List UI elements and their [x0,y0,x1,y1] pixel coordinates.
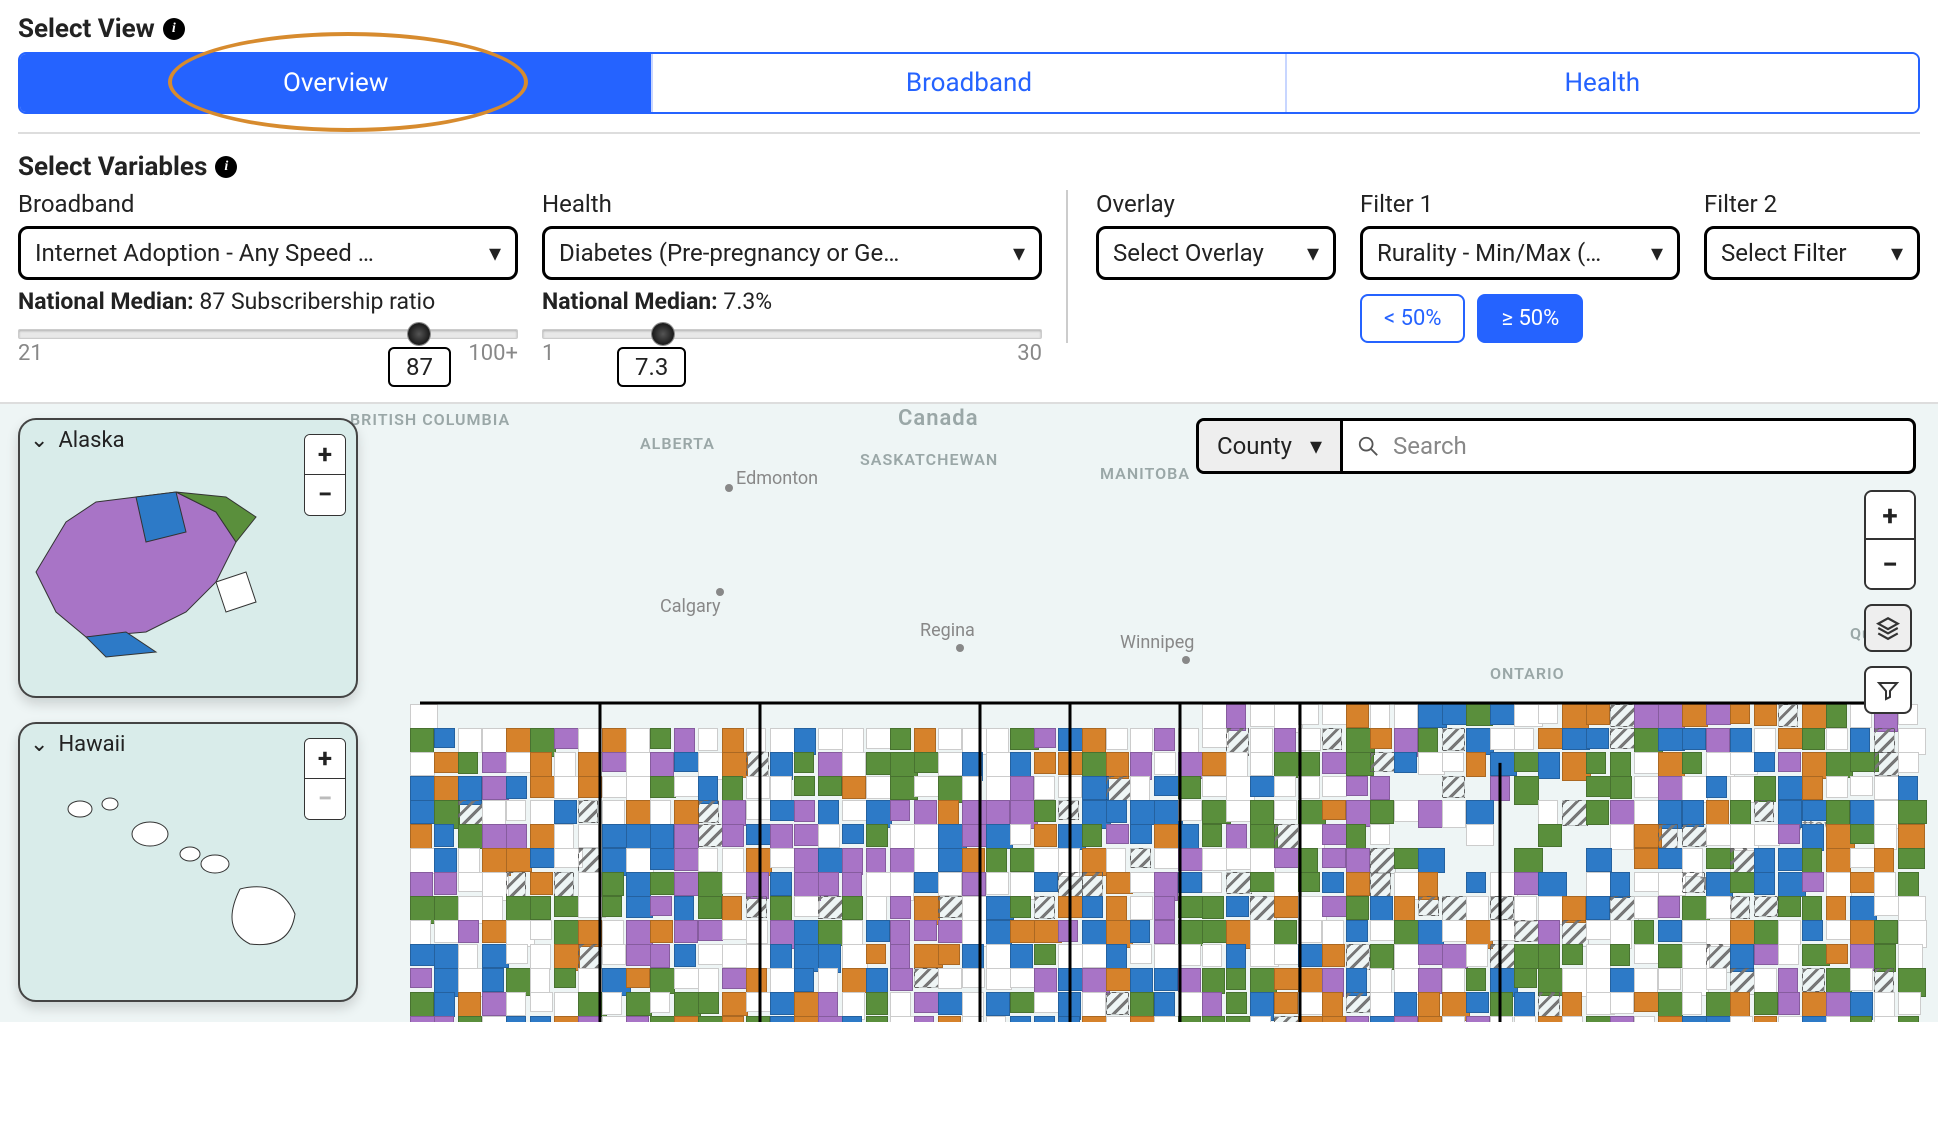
info-icon[interactable]: i [163,18,185,40]
filter2-label: Filter 2 [1704,190,1920,218]
chevron-down-icon[interactable]: ⌄ [30,732,48,757]
caret-icon: ▾ [1310,432,1322,460]
inset-alaska[interactable]: ⌄ Alaska + − [18,418,358,698]
filter1-label: Filter 1 [1360,190,1680,218]
tab-overview[interactable]: Overview [20,54,653,112]
median-value: 7.3% [723,288,772,315]
filter-button[interactable] [1864,666,1912,714]
divider [18,132,1920,134]
slider-min: 21 [18,341,43,366]
slider-min: 1 [542,341,554,366]
search-placeholder: Search [1393,432,1467,460]
map-zoom-in-button[interactable]: + [1866,492,1914,540]
caret-icon: ▾ [1651,239,1663,267]
inset-hawaii[interactable]: ⌄Hawaii + − [18,722,358,1002]
city-regina: Regina [920,620,975,641]
inset-title: Alaska [58,428,124,453]
map-search: County ▾ Search [1196,418,1916,474]
health-dropdown[interactable]: Diabetes (Pre-pregnancy or Ge… ▾ [542,226,1042,280]
overlay-label: Overlay [1096,190,1336,218]
map-zoom-out-button[interactable]: − [1866,540,1914,588]
zoom-out-button[interactable]: − [305,475,345,515]
chevron-down-icon[interactable]: ⌄ [30,428,48,453]
slider-thumb[interactable] [408,323,430,345]
hawaii-shape [40,779,320,969]
view-tabs: Overview Broadband Health [18,52,1920,114]
info-icon[interactable]: i [215,156,237,178]
broadband-dropdown-value: Internet Adoption - Any Speed … [35,239,479,267]
zoom-in-button[interactable]: + [305,435,345,475]
overlay-dropdown[interactable]: Select Overlay ▾ [1096,226,1336,280]
slider-max: 30 [1017,341,1042,366]
filter2-dropdown[interactable]: Select Filter ▾ [1704,226,1920,280]
filter1-pill-lt50[interactable]: < 50% [1360,294,1465,343]
tab-health[interactable]: Health [1287,54,1918,112]
city-calgary: Calgary [660,596,721,617]
tab-broadband[interactable]: Broadband [653,54,1286,112]
filter1-pill-ge50[interactable]: ≥ 50% [1477,294,1583,343]
broadband-slider[interactable]: 87 21 100+ [18,329,518,366]
health-slider[interactable]: 7.3 1 30 [542,329,1042,366]
filter1-dropdown-value: Rurality - Min/Max (… [1377,239,1641,267]
median-label: National Median: [18,288,194,315]
broadband-dropdown[interactable]: Internet Adoption - Any Speed … ▾ [18,226,518,280]
layers-button[interactable] [1864,604,1912,652]
overlay-dropdown-value: Select Overlay [1113,239,1297,267]
health-label: Health [542,190,1042,218]
search-icon [1357,435,1379,457]
broadband-median: National Median: 87 Subscribership ratio [18,288,518,315]
broadband-label: Broadband [18,190,518,218]
caret-icon: ▾ [1013,239,1025,267]
search-input[interactable]: Search [1343,421,1913,471]
slider-value: 87 [388,347,451,387]
filter2-dropdown-value: Select Filter [1721,239,1881,267]
search-level-value: County [1217,432,1292,460]
select-view-title: Select View [18,14,155,44]
health-dropdown-value: Diabetes (Pre-pregnancy or Ge… [559,239,1003,267]
slider-thumb[interactable] [652,323,674,345]
slider-value: 7.3 [617,347,686,387]
health-median: National Median: 7.3% [542,288,1042,315]
inset-title: Hawaii [58,732,125,757]
alaska-shape [26,462,286,662]
city-edmonton: Edmonton [736,468,818,489]
slider-max: 100+ [468,341,518,366]
median-value: 87 Subscribership ratio [199,288,435,315]
caret-icon: ▾ [1891,239,1903,267]
search-level-dropdown[interactable]: County ▾ [1199,421,1343,471]
caret-icon: ▾ [489,239,501,267]
city-winnipeg: Winnipeg [1120,632,1194,653]
median-label: National Median: [542,288,718,315]
zoom-in-button[interactable]: + [305,739,345,779]
map-area[interactable]: BRITISH COLUMBIA ALBERTA SASKATCHEWAN MA… [0,402,1938,1022]
caret-icon: ▾ [1307,239,1319,267]
select-variables-title: Select Variables [18,152,207,182]
filter1-dropdown[interactable]: Rurality - Min/Max (… ▾ [1360,226,1680,280]
